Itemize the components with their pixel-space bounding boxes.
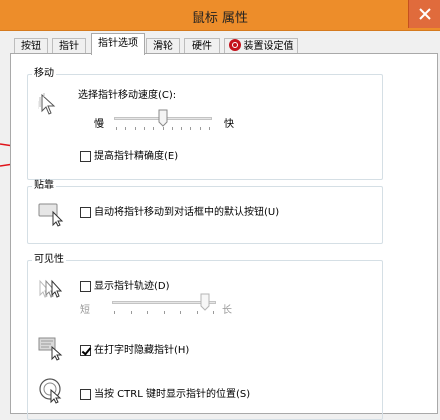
slider-tick xyxy=(172,127,173,130)
hide-while-typing-label[interactable]: 在打字时隐藏指针(H) xyxy=(94,345,189,357)
visibility-group-label: 可见性 xyxy=(32,254,66,266)
slider-tick xyxy=(180,311,181,314)
trails-label[interactable]: 显示指针轨迹(D) xyxy=(94,281,170,293)
snap-label[interactable]: 自动将指针移动到对话框中的默认按钮(U) xyxy=(94,207,279,219)
precision-label[interactable]: 提高指针精确度(E) xyxy=(94,151,178,163)
speed-label: 选择指针移动速度(C): xyxy=(78,90,177,101)
long-label: 长 xyxy=(222,305,232,316)
tab-hardware[interactable]: 硬件 xyxy=(184,38,220,54)
short-label: 短 xyxy=(80,305,90,316)
trails-checkbox[interactable] xyxy=(80,281,91,292)
slider-tick xyxy=(181,127,182,130)
slider-tick xyxy=(114,311,115,314)
snap-group: 贴靠 自动将指针移动到对话框中的默认按钮(U) xyxy=(27,180,383,244)
speed-slider-thumb[interactable] xyxy=(158,109,168,127)
slider-tick xyxy=(163,127,164,130)
pointer-options-panel: 移动 选择指针移动速度(C): 慢 快 提高指针精确度(E) 贴靠 自动将指针移… xyxy=(10,53,438,420)
fast-label: 快 xyxy=(224,119,234,130)
slider-tick xyxy=(200,127,201,130)
precision-checkbox[interactable] xyxy=(80,151,91,162)
pointer-trails-icon xyxy=(39,279,63,298)
hide-while-typing-icon xyxy=(38,337,63,361)
tab-device-settings-label: 装置设定值 xyxy=(243,41,294,52)
slider-tick xyxy=(190,127,191,130)
pointer-speed-icon xyxy=(38,93,56,115)
tab-strip: 按钮 指针 指针选项 滑轮 硬件 装置设定值 xyxy=(0,30,440,55)
visibility-group: 可见性 显示指针轨迹(D) 短 长 在打字时隐藏指针(H) 当按 CTRL 键时… xyxy=(27,254,383,420)
slider-tick xyxy=(197,311,198,314)
slider-tick xyxy=(116,127,117,130)
tab-buttons[interactable]: 按钮 xyxy=(14,38,48,54)
slider-tick xyxy=(131,311,132,314)
slider-tick xyxy=(144,127,145,130)
show-location-checkbox[interactable] xyxy=(80,389,91,400)
show-location-ctrl-icon xyxy=(39,378,62,404)
tab-device-settings[interactable]: 装置设定值 xyxy=(224,38,298,54)
show-location-label[interactable]: 当按 CTRL 键时显示指针的位置(S) xyxy=(94,389,250,401)
window-title: 鼠标 属性 xyxy=(191,11,249,26)
title-bar: 鼠标 属性 xyxy=(0,0,440,31)
slow-label: 慢 xyxy=(94,119,104,130)
lead-logo-icon xyxy=(228,39,241,51)
slider-tick xyxy=(209,127,210,130)
trails-slider-thumb[interactable] xyxy=(200,293,210,311)
motion-group-label: 移动 xyxy=(32,68,56,80)
slider-tick xyxy=(147,311,148,314)
slider-tick xyxy=(164,311,165,314)
motion-group: 移动 选择指针移动速度(C): 慢 快 提高指针精确度(E) xyxy=(27,68,383,180)
slider-tick xyxy=(213,311,214,314)
slider-tick xyxy=(153,127,154,130)
slider-tick xyxy=(135,127,136,130)
snap-group-label: 贴靠 xyxy=(32,180,56,192)
trails-slider-ticks xyxy=(114,311,214,314)
snap-to-button-icon xyxy=(38,203,64,227)
tab-pointers[interactable]: 指针 xyxy=(52,38,86,54)
close-button[interactable] xyxy=(408,0,440,28)
speed-slider-ticks xyxy=(116,127,210,130)
slider-tick xyxy=(125,127,126,130)
tab-pointer-options[interactable]: 指针选项 xyxy=(91,33,145,55)
snap-checkbox[interactable] xyxy=(80,207,91,218)
hide-while-typing-checkbox[interactable] xyxy=(80,345,91,356)
close-icon xyxy=(419,8,431,20)
tab-wheel[interactable]: 滑轮 xyxy=(146,38,180,54)
